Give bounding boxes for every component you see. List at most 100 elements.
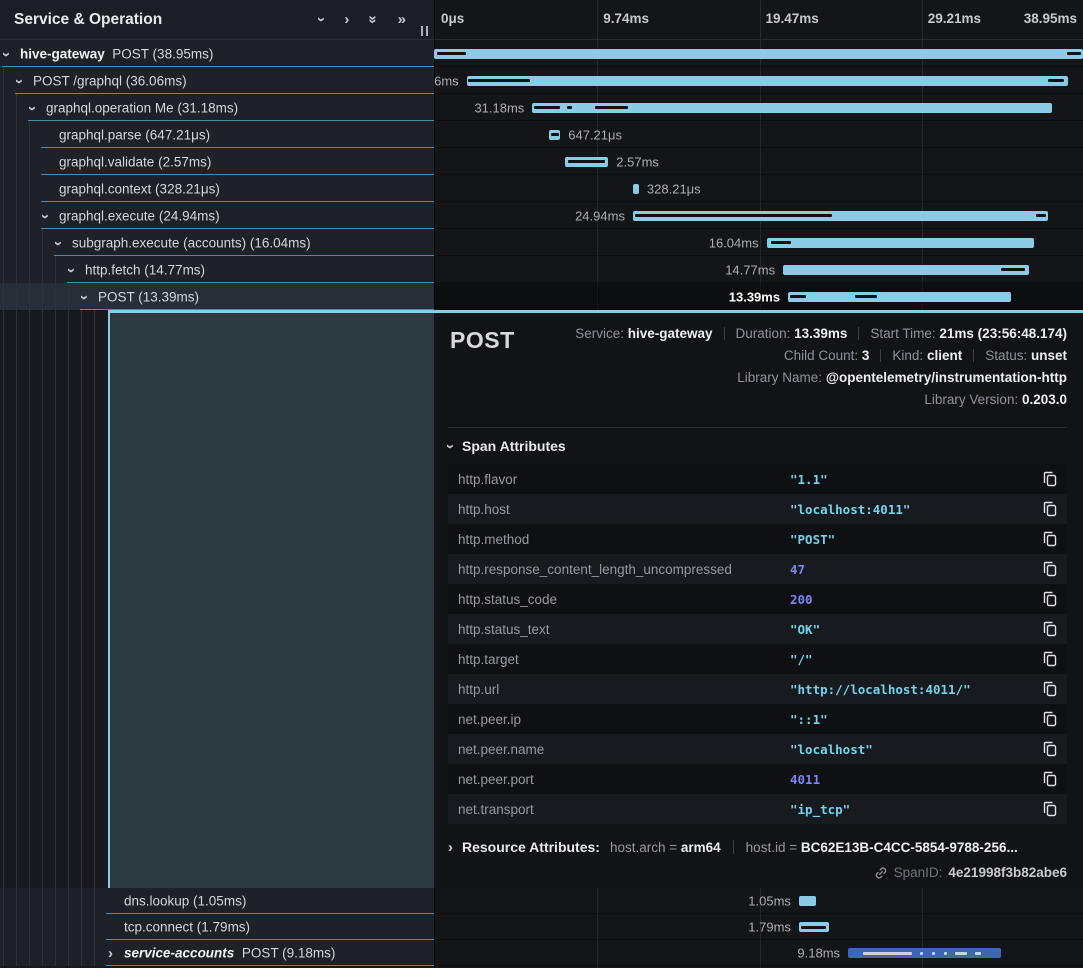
chevron-right-icon[interactable]: ›	[344, 12, 349, 28]
copy-icon[interactable]	[1043, 711, 1057, 727]
attribute-value: 4011	[790, 772, 1043, 787]
indent-guide	[94, 940, 95, 966]
bar-self-segment	[955, 952, 967, 955]
span-duration-label: 31.18ms	[474, 100, 524, 115]
attribute-value: "1.1"	[790, 472, 1043, 487]
span-tree-row[interactable]: tcp.connect (1.79ms)	[0, 914, 434, 940]
span-row-label: http.fetch (14.77ms)	[85, 262, 205, 277]
span-tree-row[interactable]: ›POST /graphql (36.06ms)	[0, 67, 434, 94]
indent-guide	[68, 940, 69, 966]
span-tree-row[interactable]: ›service-accounts POST (9.18ms)	[0, 940, 434, 966]
span-bar[interactable]	[549, 130, 560, 140]
tree-header: Service & Operation ››»»	[0, 0, 434, 40]
span-bar[interactable]	[783, 265, 1029, 275]
span-duration-label: 1.05ms	[748, 894, 791, 909]
panel-resize-grip[interactable]	[421, 26, 428, 36]
expand-chevron[interactable]: ›	[56, 235, 61, 253]
indent-guide	[55, 256, 56, 283]
detail-indent-guides	[0, 310, 108, 888]
attribute-key: net.peer.ip	[458, 712, 790, 727]
copy-icon[interactable]	[1043, 591, 1057, 607]
indent-guide	[94, 914, 95, 940]
indent-guide	[94, 310, 95, 888]
copy-icon[interactable]	[1043, 531, 1057, 547]
span-row-label: graphql.validate (2.57ms)	[59, 154, 211, 169]
span-tree-row[interactable]: graphql.validate (2.57ms)	[0, 148, 434, 175]
span-bar[interactable]	[633, 184, 638, 194]
span-attributes-header[interactable]: › Span Attributes	[448, 428, 1067, 464]
indent-guide	[16, 914, 17, 940]
detail-meta-line: Library Name: @opentelemetry/instrumenta…	[448, 367, 1067, 389]
indent-guide	[55, 888, 56, 914]
span-row-label: POST (13.39ms)	[98, 289, 199, 304]
indent-guide	[3, 175, 4, 202]
indent-guide	[29, 283, 30, 310]
meta-label: Library Name:	[737, 370, 826, 385]
double-chevron-down-icon[interactable]: »	[369, 12, 377, 28]
double-chevron-right-icon[interactable]: »	[398, 12, 406, 28]
copy-icon[interactable]	[1043, 741, 1057, 757]
span-tree-row[interactable]: › POST (13.39ms)	[0, 283, 434, 310]
copy-icon[interactable]	[1043, 651, 1057, 667]
chevron-down-icon[interactable]: ›	[319, 12, 324, 28]
resource-attribute: host.id = BC62E13B-C4CC-5854-9788-256...	[746, 840, 1018, 855]
span-id-label: SpanID:	[894, 865, 943, 880]
resource-attribute: host.arch = arm64	[610, 840, 721, 855]
meta-label: Library Version:	[924, 392, 1022, 407]
span-bar[interactable]	[434, 49, 1083, 59]
span-bar[interactable]	[848, 948, 1001, 958]
expand-chevron[interactable]: ›	[30, 100, 35, 118]
span-bar[interactable]	[565, 157, 608, 167]
span-tree-row[interactable]: ›subgraph.execute (accounts) (16.04ms)	[0, 229, 434, 256]
attribute-value: "http://localhost:4011/"	[790, 682, 1043, 697]
expand-chevron[interactable]: ›	[69, 262, 74, 280]
span-bar[interactable]	[799, 922, 829, 932]
bar-self-segment	[771, 241, 791, 244]
expand-chevron[interactable]: ›	[108, 945, 113, 963]
copy-icon[interactable]	[1043, 561, 1057, 577]
meta-label: Kind:	[892, 348, 927, 363]
span-tree-row[interactable]: ›hive-gateway POST (38.95ms)	[0, 40, 434, 67]
span-bar[interactable]	[788, 292, 1011, 302]
span-bar[interactable]	[767, 238, 1034, 248]
copy-icon[interactable]	[1043, 501, 1057, 517]
indent-guide	[94, 888, 95, 914]
copy-icon[interactable]	[1043, 621, 1057, 637]
attribute-value: "localhost:4011"	[790, 502, 1043, 517]
span-tree-row[interactable]: dns.lookup (1.05ms)	[0, 888, 434, 914]
indent-guide	[29, 888, 30, 914]
copy-icon[interactable]	[1043, 681, 1057, 697]
indent-guide	[3, 148, 4, 175]
span-bar[interactable]	[532, 103, 1052, 113]
span-row: ›service-accounts POST (9.18ms)9.18ms	[0, 940, 1083, 966]
copy-icon[interactable]	[1043, 471, 1057, 487]
span-bar[interactable]	[799, 896, 816, 906]
expand-chevron[interactable]: ›	[82, 289, 87, 307]
span-bar-lane: 647.21μs	[434, 121, 1083, 148]
meta-label: Service:	[575, 326, 628, 341]
meta-value: 13.39ms	[794, 326, 847, 341]
meta-divider	[880, 349, 881, 362]
span-tree-row[interactable]: graphql.parse (647.21μs)	[0, 121, 434, 148]
span-tree-row[interactable]: ›graphql.operation Me (31.18ms)	[0, 94, 434, 121]
attribute-value: "OK"	[790, 622, 1043, 637]
meta-divider	[724, 327, 725, 340]
resource-attributes-preview: host.arch = arm64 host.id = BC62E13B-C4CC…	[610, 840, 1018, 855]
indent-guide	[29, 121, 30, 148]
expand-chevron[interactable]: ›	[43, 208, 48, 226]
copy-icon[interactable]	[1043, 801, 1057, 817]
meta-value: 0.203.0	[1022, 392, 1067, 407]
expand-chevron[interactable]: ›	[4, 46, 9, 64]
span-tree-row[interactable]: › http.fetch (14.77ms)	[0, 256, 434, 283]
meta-value: @opentelemetry/instrumentation-http	[826, 370, 1067, 385]
span-tree-row[interactable]: graphql.context (328.21μs)	[0, 175, 434, 202]
resource-attributes-row[interactable]: › Resource Attributes: host.arch = arm64…	[448, 839, 1067, 855]
span-tree-row[interactable]: ›graphql.execute (24.94ms)	[0, 202, 434, 229]
indent-guide	[29, 229, 30, 256]
copy-icon[interactable]	[1043, 771, 1057, 787]
span-row: ›POST /graphql (36.06ms)36.06ms	[0, 67, 1083, 94]
span-row: ›POST (13.39ms)13.39ms	[0, 283, 1083, 310]
span-bar[interactable]	[633, 211, 1049, 221]
expand-chevron[interactable]: ›	[17, 73, 22, 91]
span-bar[interactable]	[467, 76, 1068, 86]
